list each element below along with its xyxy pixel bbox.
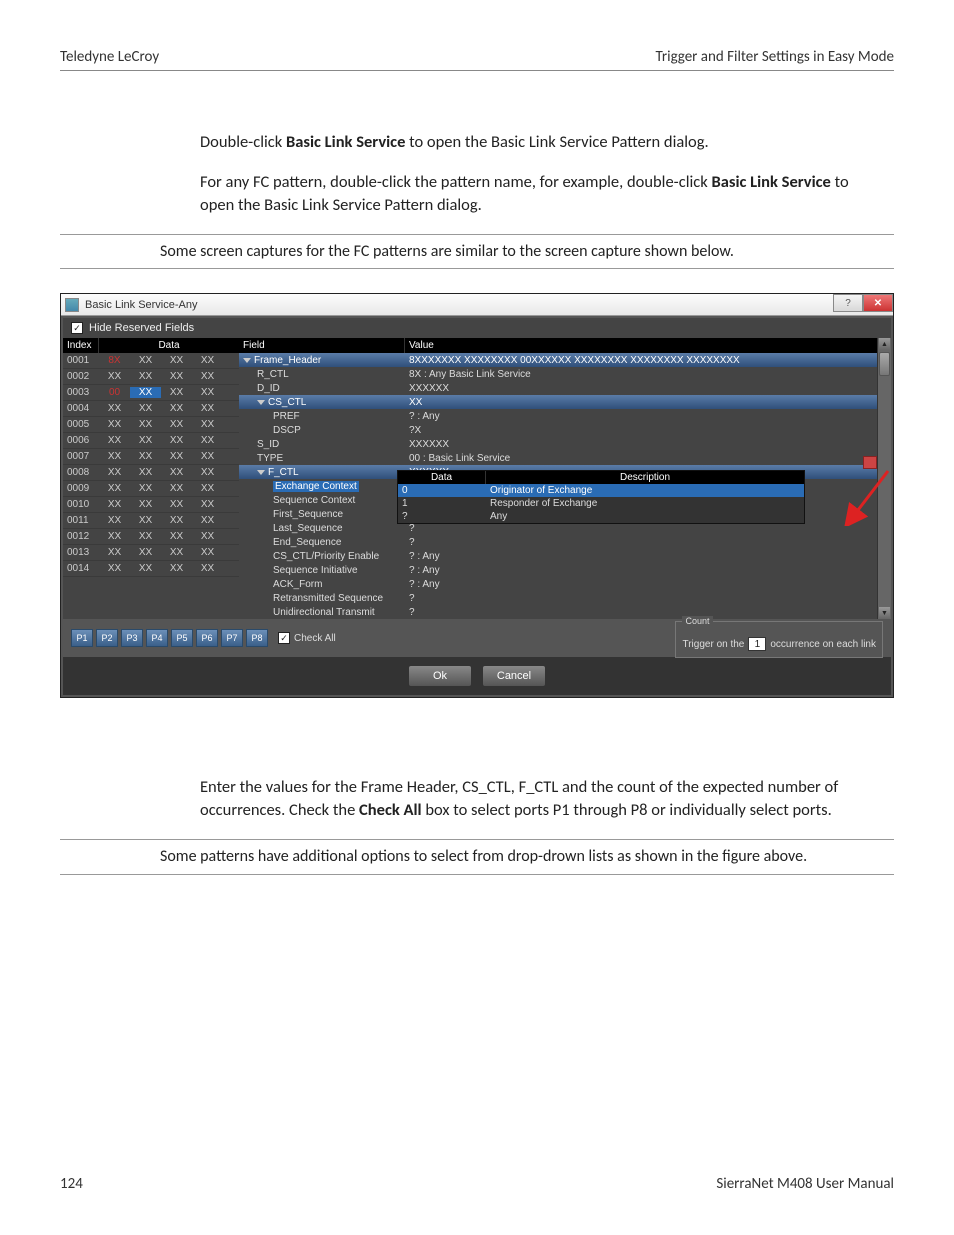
header-rule: [60, 70, 894, 71]
field-row[interactable]: R_CTL8X : Any Basic Link Service: [239, 367, 891, 381]
data-row[interactable]: 0006XXXXXXXX: [63, 433, 239, 449]
check-all-label: Check All: [294, 633, 336, 644]
count-group: Count Trigger on the 1 occurrence on eac…: [675, 621, 883, 658]
ports-row: P1P2P3P4P5P6P7P8 ✓ Check All Count Trigg…: [63, 619, 891, 657]
data-row[interactable]: 0011XXXXXXXX: [63, 513, 239, 529]
hide-reserved-label: Hide Reserved Fields: [89, 322, 194, 334]
value-picker-button[interactable]: [863, 456, 877, 469]
occurrence-input[interactable]: 1: [748, 637, 766, 651]
footer-right: SierraNet M408 User Manual: [716, 1175, 894, 1193]
field-row[interactable]: D_IDXXXXXX: [239, 381, 891, 395]
dd-header-data: Data: [398, 471, 486, 484]
field-row[interactable]: Frame_Header8XXXXXXX XXXXXXXX 00XXXXXX X…: [239, 353, 891, 367]
scroll-down-icon[interactable]: ▼: [879, 607, 890, 619]
dialog-icon: [65, 298, 79, 312]
data-row[interactable]: 0010XXXXXXXX: [63, 497, 239, 513]
count-legend: Count: [682, 616, 712, 626]
doc-header-left: Teledyne LeCroy: [60, 48, 159, 66]
ok-button[interactable]: Ok: [408, 665, 472, 687]
dialog-title: Basic Link Service-Any: [85, 299, 198, 311]
trigger-text-post: occurrence on each link: [770, 639, 876, 650]
field-row[interactable]: Retransmitted Sequence?: [239, 591, 891, 605]
cancel-button[interactable]: Cancel: [482, 665, 546, 687]
data-row[interactable]: 0009XXXXXXXX: [63, 481, 239, 497]
data-row[interactable]: 0002XXXXXXXX: [63, 369, 239, 385]
data-row[interactable]: 0012XXXXXXXX: [63, 529, 239, 545]
field-row[interactable]: Sequence Initiative? : Any: [239, 563, 891, 577]
data-row[interactable]: 000300XXXXXX: [63, 385, 239, 401]
intro-paragraph-2: For any FC pattern, double-click the pat…: [200, 171, 864, 216]
value-header: Value: [405, 338, 891, 353]
scroll-up-icon[interactable]: ▲: [879, 338, 890, 350]
port-button-p3[interactable]: P3: [121, 629, 143, 647]
dropdown-option[interactable]: 0Originator of Exchange: [398, 484, 804, 497]
trigger-text-pre: Trigger on the: [682, 639, 744, 650]
check-all-checkbox[interactable]: ✓: [278, 632, 290, 644]
note-box-1: Some screen captures for the FC patterns…: [60, 234, 894, 270]
intro-paragraph-1: Double-click Basic Link Service to open …: [200, 131, 864, 153]
port-button-p8[interactable]: P8: [246, 629, 268, 647]
field-row[interactable]: PREF? : Any: [239, 409, 891, 423]
doc-header-right: Trigger and Filter Settings in Easy Mode: [656, 48, 894, 66]
dropdown-option[interactable]: ?Any: [398, 510, 804, 523]
field-row[interactable]: CS_CTL/Priority Enable? : Any: [239, 549, 891, 563]
after-paragraph: Enter the values for the Frame Header, C…: [200, 776, 864, 821]
data-bytes-pane: Index Data 00018XXXXXXX0002XXXXXXXX00030…: [63, 338, 239, 619]
data-header: Data: [99, 338, 239, 353]
field-row[interactable]: S_IDXXXXXX: [239, 437, 891, 451]
port-button-p2[interactable]: P2: [96, 629, 118, 647]
data-row[interactable]: 0014XXXXXXXX: [63, 561, 239, 577]
field-row[interactable]: TYPE00 : Basic Link Service: [239, 451, 891, 465]
scroll-thumb[interactable]: [879, 352, 890, 376]
right-scrollbar[interactable]: ▲ ▼: [877, 338, 891, 619]
page-number: 124: [60, 1175, 83, 1193]
field-row[interactable]: End_Sequence?: [239, 535, 891, 549]
index-header: Index: [63, 338, 99, 353]
port-button-p1[interactable]: P1: [71, 629, 93, 647]
dropdown-option[interactable]: 1Responder of Exchange: [398, 497, 804, 510]
data-row[interactable]: 0013XXXXXXXX: [63, 545, 239, 561]
help-button[interactable]: ?: [833, 294, 863, 312]
field-value-pane: Field Value Frame_Header8XXXXXXX XXXXXXX…: [239, 338, 891, 619]
data-row[interactable]: 0008XXXXXXXX: [63, 465, 239, 481]
field-row[interactable]: ACK_Form? : Any: [239, 577, 891, 591]
basic-link-service-dialog: Basic Link Service-Any ? ✕ ✓ Hide Reserv…: [60, 293, 894, 698]
data-row[interactable]: 0007XXXXXXXX: [63, 449, 239, 465]
port-button-p6[interactable]: P6: [196, 629, 218, 647]
dd-header-desc: Description: [486, 471, 804, 484]
note-box-2: Some patterns have additional options to…: [60, 839, 894, 875]
dialog-titlebar[interactable]: Basic Link Service-Any ? ✕: [61, 294, 893, 316]
port-button-p7[interactable]: P7: [221, 629, 243, 647]
close-button[interactable]: ✕: [863, 294, 893, 312]
field-row[interactable]: Unidirectional Transmit?: [239, 605, 891, 619]
field-row[interactable]: CS_CTLXX: [239, 395, 891, 409]
data-row[interactable]: 0005XXXXXXXX: [63, 417, 239, 433]
data-row[interactable]: 00018XXXXXXX: [63, 353, 239, 369]
value-dropdown-popup[interactable]: Data Description 0Originator of Exchange…: [397, 470, 805, 524]
port-button-p4[interactable]: P4: [146, 629, 168, 647]
hide-reserved-checkbox[interactable]: ✓: [71, 322, 83, 334]
data-row[interactable]: 0004XXXXXXXX: [63, 401, 239, 417]
field-row[interactable]: DSCP?X: [239, 423, 891, 437]
field-header: Field: [239, 338, 405, 353]
port-button-p5[interactable]: P5: [171, 629, 193, 647]
